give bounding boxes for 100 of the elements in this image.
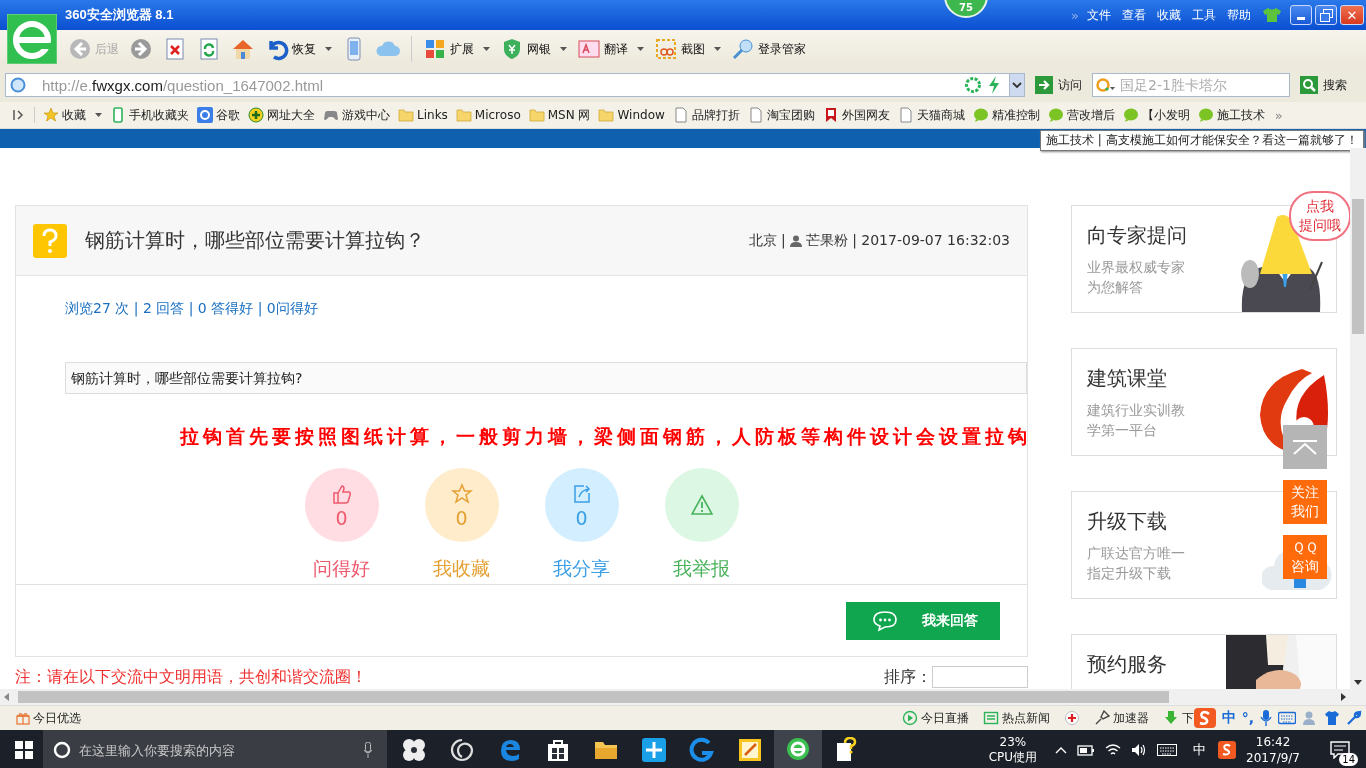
- bookmark-item[interactable]: 游戏中心: [319, 106, 394, 124]
- bookmark-item[interactable]: 网址大全: [244, 106, 319, 124]
- bookmark-item[interactable]: 手机收藏夹: [106, 106, 193, 124]
- address-field[interactable]: http://e.fwxgx.com/question_1647002.html: [5, 73, 1025, 97]
- bookmark-item[interactable]: 施工技术: [1193, 106, 1269, 124]
- bookmark-item[interactable]: 营改增后: [1043, 106, 1119, 124]
- restore-button[interactable]: [1315, 5, 1337, 25]
- undo-button[interactable]: 恢复: [260, 33, 337, 65]
- close-button[interactable]: ✕: [1340, 5, 1364, 25]
- chevron-up-icon[interactable]: [1055, 746, 1068, 754]
- search-field[interactable]: 国足2-1胜卡塔尔: [1092, 73, 1290, 97]
- cortana-icon[interactable]: [53, 741, 71, 759]
- chat-icon: [1122, 107, 1139, 123]
- gift-icon: [16, 711, 30, 725]
- microphone-icon[interactable]: [1260, 710, 1272, 726]
- star-icon: [450, 482, 473, 505]
- play-icon: [901, 710, 918, 726]
- status-item[interactable]: 热点新闻: [982, 709, 1050, 727]
- clock[interactable]: 16:42 2017/9/7: [1246, 734, 1300, 766]
- taskbar-search-field[interactable]: 在这里输入你要搜索的内容: [43, 730, 387, 768]
- login-button[interactable]: 登录管家: [726, 33, 811, 65]
- sogou-logo-icon[interactable]: [1218, 741, 1237, 759]
- bookmark-item[interactable]: Microso: [451, 107, 525, 123]
- bookmark-item[interactable]: 收藏: [39, 106, 106, 124]
- vertical-scrollbar[interactable]: [1350, 148, 1366, 689]
- wifi-icon[interactable]: [1105, 743, 1122, 757]
- arrow-right-icon: [1035, 76, 1053, 94]
- notice-text: 注：请在以下交流中文明用语，共创和谐交流圈！: [15, 666, 368, 688]
- today-picks-button[interactable]: 今日优选: [16, 709, 81, 727]
- promo-card[interactable]: 预约服务: [1071, 634, 1337, 689]
- folder-icon: [598, 107, 615, 123]
- shirt-icon[interactable]: [1324, 710, 1340, 726]
- scroll-down-icon[interactable]: [1354, 680, 1362, 685]
- bookmark-item[interactable]: 【小发明: [1118, 106, 1194, 124]
- menu-item[interactable]: 收藏: [1157, 6, 1181, 24]
- callout-bubble[interactable]: 点我 提问哦: [1289, 191, 1350, 241]
- pinwheel-icon: [401, 737, 427, 763]
- ime-mode-button[interactable]: °,: [1241, 710, 1254, 726]
- scroll-thumb[interactable]: [1352, 199, 1364, 334]
- bookmark-item[interactable]: Window: [594, 107, 669, 123]
- menu-item[interactable]: 工具: [1192, 6, 1216, 24]
- globe-icon: [10, 77, 26, 93]
- store-icon: [545, 737, 571, 763]
- folder-icon: [528, 107, 545, 123]
- status-item[interactable]: 今日直播: [901, 709, 969, 727]
- stop-icon: [163, 37, 187, 61]
- promo-subtitle: 业界最权威专家为您解答: [1087, 258, 1186, 297]
- menu-item[interactable]: 查看: [1122, 6, 1146, 24]
- question-byline: 芒果粉 | 2017-09-07 16:32:03: [805, 231, 1010, 250]
- windows-start-icon[interactable]: [15, 741, 33, 759]
- shirt-icon[interactable]: [1262, 7, 1282, 23]
- scroll-right-icon[interactable]: [1341, 693, 1346, 701]
- status-item[interactable]: 下: [1162, 709, 1194, 727]
- search-button[interactable]: 搜索: [1296, 76, 1351, 94]
- aperture-icon[interactable]: [965, 77, 981, 93]
- search-engine-icon[interactable]: [1096, 77, 1116, 93]
- folder-icon: [398, 107, 414, 123]
- bookmark-item[interactable]: 外国网友: [818, 106, 894, 124]
- bookmark-item[interactable]: Links: [394, 107, 452, 123]
- visit-button[interactable]: 访问: [1031, 76, 1086, 94]
- promo-title: 建筑课堂: [1087, 365, 1168, 392]
- translate-button[interactable]: 翻译: [572, 33, 649, 65]
- bookmark-item[interactable]: 品牌打折: [668, 106, 744, 124]
- bookmark-item[interactable]: 精准控制: [968, 106, 1044, 124]
- input-language-button[interactable]: 中: [1193, 741, 1207, 759]
- battery-icon[interactable]: [1077, 743, 1096, 757]
- question-title: 钢筋计算时，哪些部位需要计算拉钩？: [85, 227, 426, 254]
- menu-item[interactable]: 帮助: [1227, 6, 1251, 24]
- taskbar-app[interactable]: [774, 730, 822, 768]
- menu-item[interactable]: 文件: [1087, 6, 1111, 24]
- bookmark-item[interactable]: 谷歌: [193, 106, 244, 124]
- extensions-button[interactable]: 扩展: [418, 33, 495, 65]
- screenshot-button[interactable]: 截图: [649, 33, 726, 65]
- chat-icon: [972, 107, 989, 123]
- minimize-button[interactable]: [1290, 5, 1312, 25]
- bookmark-item[interactable]: MSN 网: [524, 106, 595, 124]
- wrench-icon[interactable]: [1346, 710, 1362, 726]
- speaker-icon[interactable]: [1131, 743, 1148, 757]
- status-item[interactable]: [1063, 710, 1080, 726]
- chat-icon: [1047, 107, 1064, 123]
- browser-icon: [785, 736, 811, 762]
- chat-icon: [1197, 107, 1214, 123]
- notification-button[interactable]: 14: [1322, 734, 1358, 766]
- g-icon: [197, 107, 213, 123]
- question-stats[interactable]: 浏览27 次 | 2 回答 | 0 答得好 | 0问得好: [65, 300, 1027, 318]
- cross-icon: [1063, 710, 1080, 726]
- status-item[interactable]: 加速器: [1093, 709, 1149, 727]
- scroll-left-icon[interactable]: [4, 693, 9, 701]
- scroll-thumb[interactable]: [18, 691, 1169, 703]
- promo-card[interactable]: 建筑课堂 建筑行业实训教学第一平台: [1071, 348, 1337, 456]
- bookmark-item[interactable]: 淘宝团购: [743, 106, 819, 124]
- promo-title: 预约服务: [1087, 651, 1168, 678]
- ime-mode-button[interactable]: 中: [1221, 709, 1236, 727]
- notification-count: 14: [1339, 753, 1358, 766]
- lightning-icon[interactable]: [987, 76, 1001, 94]
- dropdown-button[interactable]: [1009, 74, 1024, 96]
- bank-button[interactable]: 网银: [495, 33, 572, 65]
- cpu-meter[interactable]: 23% CPU使用: [988, 735, 1038, 765]
- bookmark-item[interactable]: 天猫商城: [893, 106, 969, 124]
- sidebar-toggle-icon[interactable]: [12, 108, 26, 122]
